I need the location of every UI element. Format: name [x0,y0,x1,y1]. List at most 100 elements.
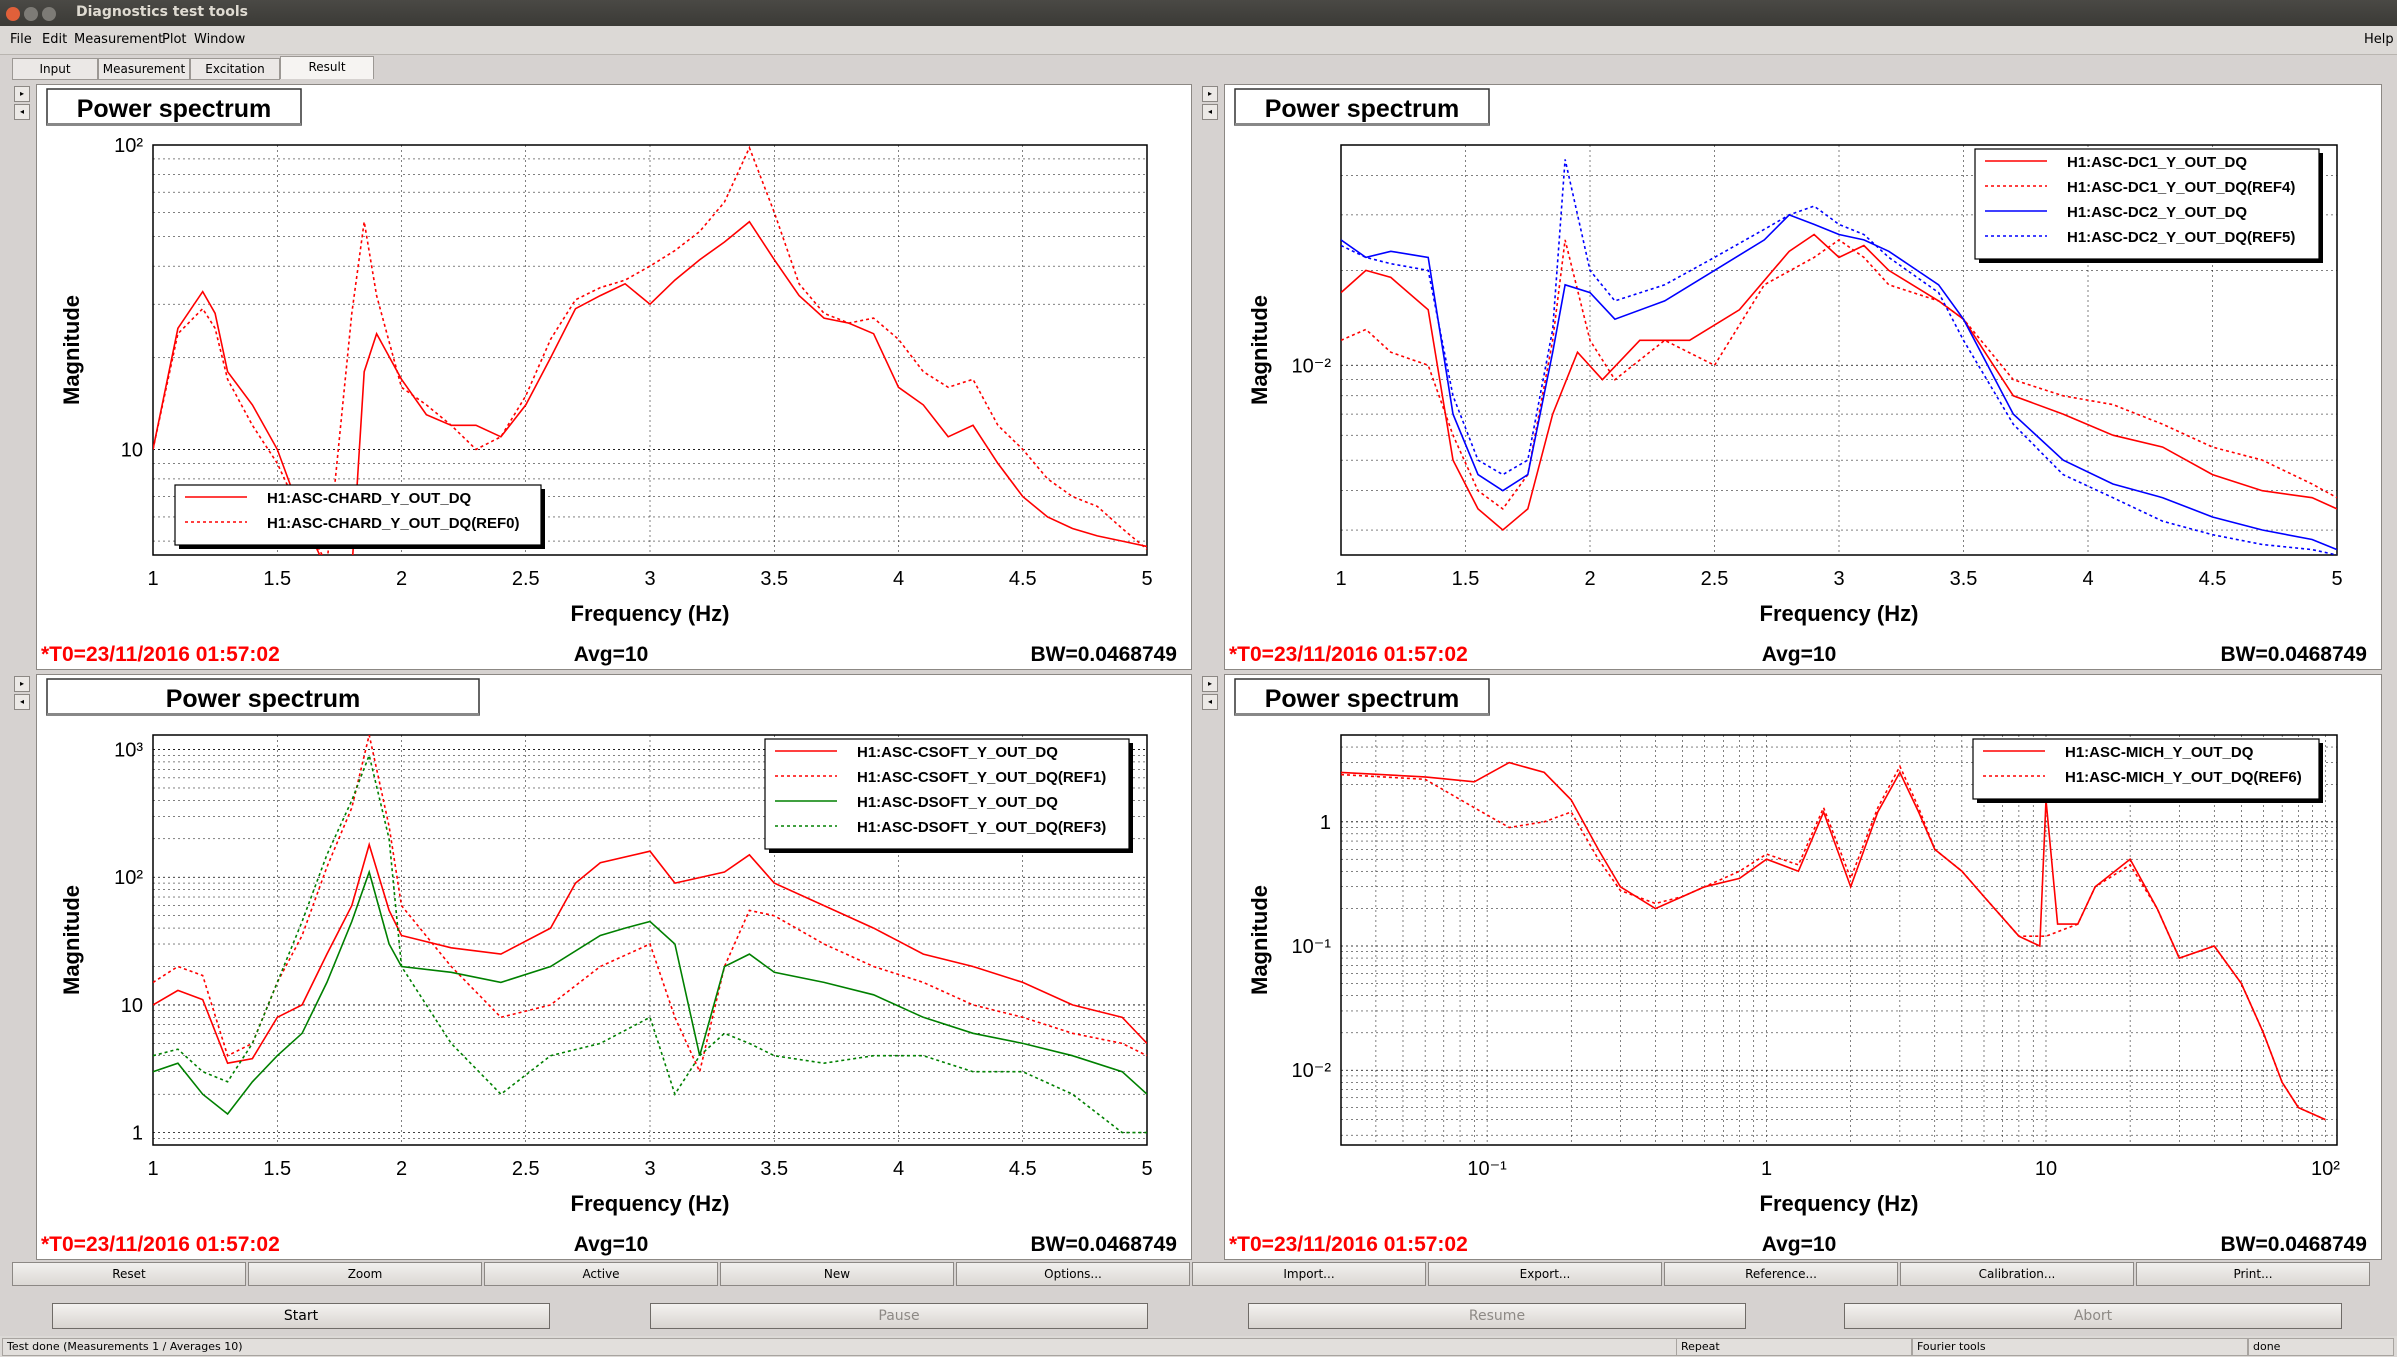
legend-entry: H1:ASC-CSOFT_Y_OUT_DQ [857,744,1058,761]
x-tick-label: 1 [147,568,158,590]
menu-plot[interactable]: Plot [162,32,187,47]
x-tick-label: 3 [644,568,655,590]
tab-measurement[interactable]: Measurement [98,58,190,80]
averages-label: Avg=10 [1762,643,1837,666]
tab-result[interactable]: Result [280,56,374,79]
start-time-label: *T0=23/11/2016 01:57:02 [41,1233,280,1256]
y-axis-label: Magnitude [1247,295,1272,405]
legend-entry: H1:ASC-DC1_Y_OUT_DQ(REF4) [2067,179,2295,196]
menu-measurement[interactable]: Measurement [74,32,163,47]
legend-entry: H1:ASC-CHARD_Y_OUT_DQ(REF0) [267,515,520,532]
x-tick-label: 3.5 [760,568,788,590]
x-tick-label: 5 [1141,1158,1152,1180]
zoom-button[interactable]: Zoom [248,1262,482,1286]
plot-pad-2[interactable]: Power spectrum 1 1.5 2 2.5 3 3.5 4 4.5 5 10⁻² Frequ… [1224,84,2382,670]
plot-title: Power spectrum [1265,95,1460,123]
menu-help[interactable]: Help [2364,32,2394,47]
y-tick-label: 10 [121,439,143,461]
x-tick-label: 1 [1761,1158,1772,1180]
y-axis-label: Magnitude [59,295,84,405]
print-button[interactable]: Print... [2136,1262,2370,1286]
pad-nav-right-icon[interactable]: ▸ [1202,676,1218,692]
y-tick-label: 10 [121,995,143,1017]
x-tick-label: 5 [1141,568,1152,590]
y-tick-label: 1 [1320,812,1331,834]
y-axis-label: Magnitude [1247,885,1272,995]
legend-entry: H1:ASC-MICH_Y_OUT_DQ(REF6) [2065,769,2302,786]
tab-excitation[interactable]: Excitation [190,58,280,80]
active-button[interactable]: Active [484,1262,718,1286]
y-tick-label: 10² [114,867,143,889]
pad-nav-right-icon[interactable]: ▸ [1202,86,1218,102]
legend-entry: H1:ASC-CHARD_Y_OUT_DQ [267,490,472,507]
x-tick-label: 1.5 [1452,568,1480,590]
plot-button-bar: Reset Zoom Active New Options... Import.… [10,1262,2388,1286]
x-tick-label: 4.5 [2199,568,2227,590]
options-button[interactable]: Options... [956,1262,1190,1286]
x-tick-label: 4 [2082,568,2093,590]
legend-entry: H1:ASC-DC1_Y_OUT_DQ [2067,154,2247,171]
start-time-label: *T0=23/11/2016 01:57:02 [1229,1233,1468,1256]
plot-pad-3[interactable]: Power spectrum 1 1.5 2 2.5 3 3.5 4 4.5 5 1 10 10² 10³… [36,674,1192,1260]
bandwidth-label: BW=0.0468749 [1030,643,1177,666]
x-tick-label: 5 [2331,568,2342,590]
tab-input[interactable]: Input [12,58,98,80]
reset-button[interactable]: Reset [12,1262,246,1286]
pad-nav-left-icon[interactable]: ◂ [14,694,30,710]
averages-label: Avg=10 [574,643,649,666]
maximize-icon[interactable] [42,7,56,21]
legend-entry: H1:ASC-DC2_Y_OUT_DQ(REF5) [2067,229,2295,246]
menu-file[interactable]: File [10,32,32,47]
export-button[interactable]: Export... [1428,1262,1662,1286]
status-fourier-tools: Fourier tools [1912,1338,2248,1356]
plot-title-shadow [1235,123,1489,126]
x-tick-label: 4 [893,1158,904,1180]
x-tick-label: 10 [2035,1158,2057,1180]
pad-nav-right-icon[interactable]: ▸ [14,676,30,692]
resume-button[interactable]: Resume [1248,1303,1746,1329]
x-tick-label: 1 [147,1158,158,1180]
plot-title-shadow [47,123,301,126]
import-button[interactable]: Import... [1192,1262,1426,1286]
plot-pad-4[interactable]: Power spectrum 10⁻¹ 1 10 10² 10⁻² 10⁻¹ 1 Frequen… [1224,674,2382,1260]
x-tick-label: 1.5 [263,568,291,590]
pad-nav-left-icon[interactable]: ◂ [14,104,30,120]
x-tick-label: 2 [1584,568,1595,590]
bandwidth-label: BW=0.0468749 [2220,1233,2367,1256]
x-tick-label: 2.5 [512,568,540,590]
x-axis-label: Frequency (Hz) [1760,601,1919,626]
x-axis-label: Frequency (Hz) [571,1191,730,1216]
pad-nav-right-icon[interactable]: ▸ [14,86,30,102]
legend-entry: H1:ASC-DC2_Y_OUT_DQ [2067,204,2247,221]
pause-button[interactable]: Pause [650,1303,1148,1329]
bandwidth-label: BW=0.0468749 [2220,643,2367,666]
x-tick-label: 2 [396,568,407,590]
close-icon[interactable] [6,7,20,21]
reference-button[interactable]: Reference... [1664,1262,1898,1286]
calibration-button[interactable]: Calibration... [1900,1262,2134,1286]
pad-nav-left-icon[interactable]: ◂ [1202,104,1218,120]
averages-label: Avg=10 [574,1233,649,1256]
y-tick-label: 10² [114,135,143,157]
abort-button[interactable]: Abort [1844,1303,2342,1329]
averages-label: Avg=10 [1762,1233,1837,1256]
y-tick-label: 10⁻² [1292,1060,1332,1082]
minimize-icon[interactable] [24,7,38,21]
window-controls[interactable] [6,6,60,25]
x-tick-label: 10⁻¹ [1467,1158,1507,1180]
window-title: Diagnostics test tools [76,4,248,20]
start-button[interactable]: Start [52,1303,550,1329]
new-button[interactable]: New [720,1262,954,1286]
menu-edit[interactable]: Edit [42,32,67,47]
menu-window[interactable]: Window [194,32,245,47]
y-axis-label: Magnitude [59,885,84,995]
window-titlebar: Diagnostics test tools [0,0,2397,26]
bandwidth-label: BW=0.0468749 [1030,1233,1177,1256]
pad-nav-left-icon[interactable]: ◂ [1202,694,1218,710]
plot-title: Power spectrum [77,95,272,123]
x-tick-label: 3.5 [760,1158,788,1180]
start-time-label: *T0=23/11/2016 01:57:02 [1229,643,1468,666]
x-tick-label: 2.5 [512,1158,540,1180]
plot-pad-1[interactable]: Power spectrum 1 1.5 2 2.5 3 3.5 4 4.5 5 10 10² Freq… [36,84,1192,670]
x-tick-label: 4.5 [1009,568,1037,590]
